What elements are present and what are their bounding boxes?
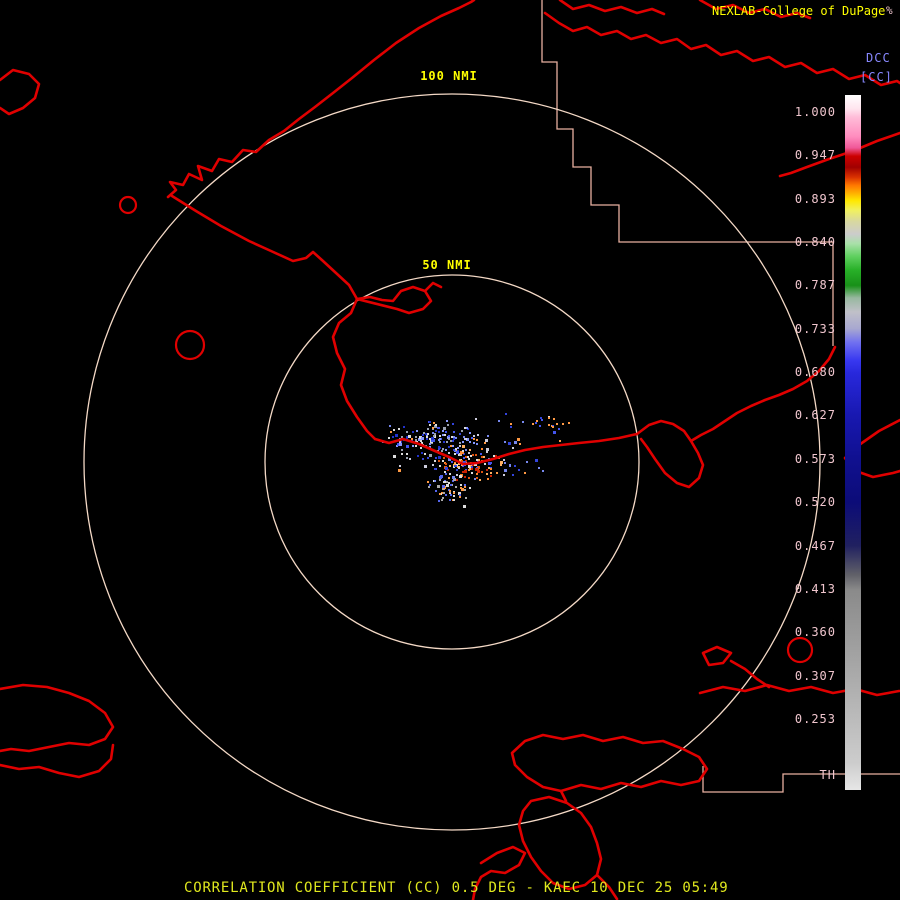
colorbar-tick-label: 0.893 xyxy=(794,191,836,206)
product-code-label: DCC xyxy=(866,51,891,65)
colorbar-tick-label: 0.733 xyxy=(794,321,836,336)
colorbar-tick-label: TH xyxy=(819,768,836,783)
colorbar-tick-label: 0.520 xyxy=(794,495,836,510)
page-title: NEXLAB-College of DuPage xyxy=(712,4,886,18)
product-unit-label: [CC] xyxy=(860,70,893,84)
colorbar-tick-label: 0.840 xyxy=(794,235,836,250)
status-text: CORRELATION COEFFICIENT (CC) 0.5 DEG - K… xyxy=(184,880,729,896)
colorbar-tick-label: 0.680 xyxy=(794,365,836,380)
colorbar-tick-label: 0.413 xyxy=(794,581,836,596)
colorbar-tick-label: 0.360 xyxy=(794,625,836,640)
colorbar-tick-label: 0.627 xyxy=(794,408,836,423)
colorbar-tick-label: 1.000 xyxy=(794,105,836,119)
colorbar-tick-label: 0.947 xyxy=(794,148,836,163)
colorbar-tick-label: 0.307 xyxy=(794,668,836,683)
colorbar-tick-label: 0.573 xyxy=(794,451,836,466)
colorbar-tick-label: 0.253 xyxy=(794,711,836,726)
colorbar-tick-label: 0.467 xyxy=(794,538,836,553)
colorbar-ticks: 1.000 0.947 0.893 0.840 0.787 0.733 0.680 0.627… xyxy=(0,0,900,900)
colorbar-tick-label: 0.787 xyxy=(794,278,836,293)
title-glyph: % xyxy=(886,4,893,17)
radar-display: 100 NMI 50 NMI 1.000 0.947 0.893 0.840 0.787… xyxy=(0,0,900,900)
